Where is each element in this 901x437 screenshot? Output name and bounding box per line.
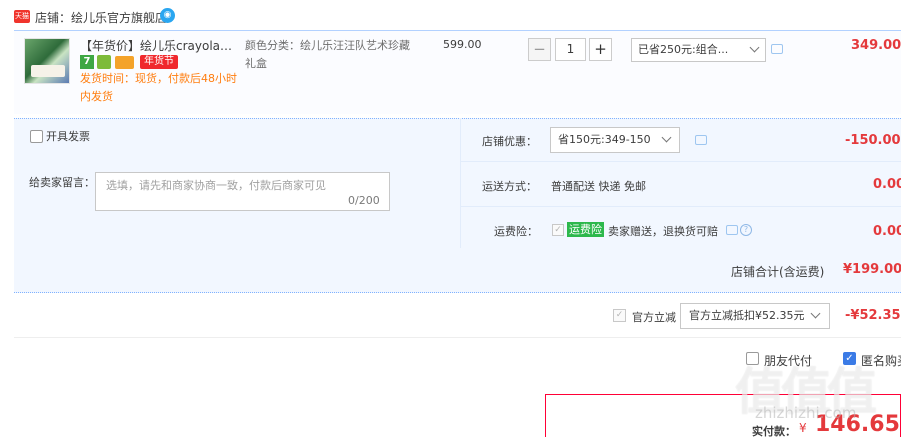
insurance-note: 卖家赠送，退换货可赔 xyxy=(608,225,718,238)
invoice-label[interactable]: 开具发票 xyxy=(46,128,90,144)
platform-discount-value: -¥52.35 xyxy=(845,308,901,323)
quantity-input[interactable]: 1 xyxy=(555,38,586,61)
insurance-checkbox: ✓ xyxy=(552,224,564,236)
chevron-down-icon xyxy=(749,42,760,53)
shipping-label: 运送方式： xyxy=(482,180,537,193)
chevron-down-icon xyxy=(810,308,821,319)
divider xyxy=(461,161,901,162)
divider xyxy=(461,206,901,207)
shop-discount-value-text: 省150元:349-150 xyxy=(558,133,651,146)
shipping-price: 0.00 xyxy=(873,177,901,192)
site-watermark-url: zhizhizhi.com xyxy=(755,404,857,422)
shop-total-value: ¥199.00 xyxy=(843,262,901,277)
item-promo-select[interactable]: 已省250元:组合... xyxy=(631,38,766,62)
platform-discount-label: 官方立减 xyxy=(632,311,676,324)
quantity-decrease-button[interactable]: − xyxy=(528,38,551,61)
shop-discount-amount: -150.00 xyxy=(845,133,901,148)
tmall-tag: 天猫 xyxy=(14,10,30,23)
seller-message-placeholder: 选填，请先和商家协商一致，付款后商家可见 xyxy=(106,179,326,192)
platform-discount-checkbox: ✓ xyxy=(613,309,626,322)
new-year-festival-badge: 年货节 xyxy=(140,55,178,69)
order-confirm-page: 天猫 店铺：绘儿乐官方旗舰店 ◉ 【年货价】绘儿乐crayola正版... 7 … xyxy=(0,0,901,437)
shop-name[interactable]: 店铺：绘儿乐官方旗舰店 xyxy=(35,9,167,26)
message-char-count: 0/200 xyxy=(348,194,380,207)
platform-discount-select[interactable]: 官方立减抵扣¥52.35元 xyxy=(680,303,830,329)
credit-card-icon xyxy=(115,56,134,69)
chevron-down-icon xyxy=(661,132,672,143)
insurance-badge: 运费险 xyxy=(567,222,604,237)
shipping-time-note: 发货时间：现货，付款后48小时内发货 xyxy=(80,72,237,103)
sku-info: 颜色分类：绘儿乐汪汪队艺术珍藏礼盒 xyxy=(245,39,410,70)
shop-total-label: 店铺合计(含运费) xyxy=(731,265,825,279)
shop-discount-label: 店铺优惠： xyxy=(482,135,537,148)
discount-comment-icon[interactable] xyxy=(695,135,707,145)
help-icon[interactable]: ? xyxy=(740,224,752,236)
item-total-price: 349.00 xyxy=(851,38,901,53)
item-promo-value: 已省250元:组合... xyxy=(638,43,729,56)
seven-day-return-icon: 7 xyxy=(80,55,94,69)
divider xyxy=(460,118,461,248)
product-thumbnail[interactable] xyxy=(24,38,70,84)
insurance-comment-icon[interactable] xyxy=(726,225,738,235)
guarantee-icon xyxy=(97,55,111,69)
platform-discount-select-text: 官方立减抵扣¥52.35元 xyxy=(689,309,805,322)
invoice-checkbox[interactable] xyxy=(30,130,43,143)
shipping-method: 普通配送 快递 免邮 xyxy=(551,180,646,193)
unit-price: 599.00 xyxy=(443,38,482,51)
message-label: 给卖家留言： xyxy=(29,176,95,189)
product-title[interactable]: 【年货价】绘儿乐crayola正版... xyxy=(80,37,238,54)
promo-comment-icon[interactable] xyxy=(771,44,783,54)
shop-discount-select[interactable]: 省150元:349-150 xyxy=(550,127,680,153)
wangwang-icon[interactable]: ◉ xyxy=(160,8,175,23)
quantity-increase-button[interactable]: + xyxy=(589,38,612,61)
insurance-label: 运费险： xyxy=(494,225,538,238)
pay-label: 实付款： xyxy=(752,425,796,437)
insurance-price: 0.00 xyxy=(873,224,901,239)
